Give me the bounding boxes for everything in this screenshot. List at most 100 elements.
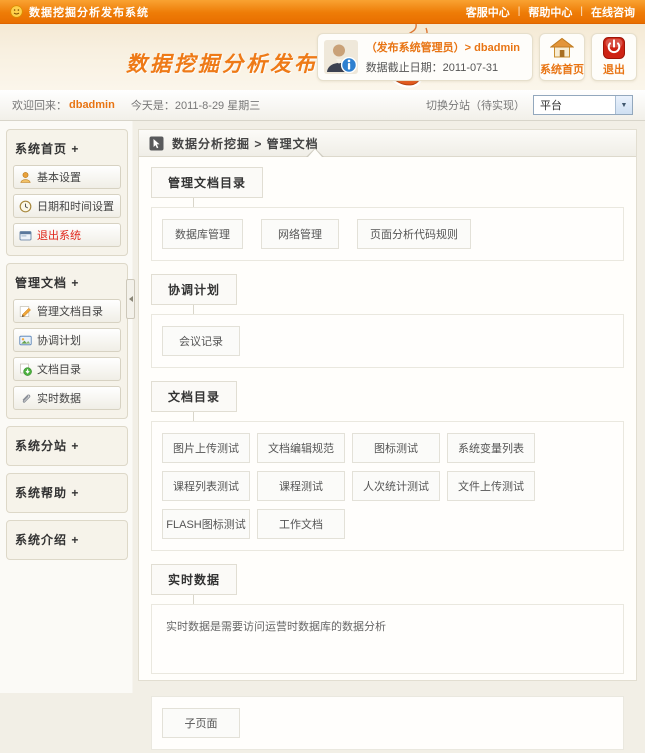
sidebar-section-title[interactable]: 系统介绍 + — [13, 528, 121, 551]
welcome-left: 欢迎回来： dbadmin 今天是：2011-8-29 星期三 — [12, 97, 260, 113]
section-panel: 图片上传测试 文档编辑规范 图标测试 系统变量列表 课程列表测试 课程测试 人次… — [151, 421, 624, 551]
switch-site-label: 切换分站（待实现） — [426, 97, 525, 113]
system-home-label: 系统首页 — [540, 61, 584, 77]
body-row: 系统首页 + 基本设置 日期和时间设置 退出系统 管理文档 + 管理文档目录 — [0, 121, 645, 693]
sidebar-item-realtime-data[interactable]: 实时数据 — [13, 386, 121, 410]
doc-button-flash-icon-test[interactable]: FLASH图标测试 — [162, 509, 250, 539]
breadcrumb-bar: 数据分析挖掘 > 管理文档 — [139, 130, 636, 157]
doc-button-course-list-test[interactable]: 课程列表测试 — [162, 471, 250, 501]
data-cutoff-line: 数据截止日期：2011-07-31 — [366, 59, 520, 75]
picture-card-icon — [19, 334, 32, 347]
home-icon — [550, 37, 574, 59]
topbar-link-service[interactable]: 客服中心 — [466, 4, 510, 20]
sidebar: 系统首页 + 基本设置 日期和时间设置 退出系统 管理文档 + 管理文档目录 — [6, 129, 128, 567]
sidebar-item-manage-doc-dir[interactable]: 管理文档目录 — [13, 299, 121, 323]
sidebar-item-datetime-settings[interactable]: 日期和时间设置 — [13, 194, 121, 218]
breadcrumb: 数据分析挖掘 > 管理文档 — [172, 135, 319, 152]
download-icon — [19, 363, 32, 376]
sidebar-section-manage-docs: 管理文档 + 管理文档目录 协调计划 文档目录 实时数据 — [6, 263, 128, 419]
section-subpage: 子页面 — [151, 696, 624, 750]
topbar-link-online[interactable]: 在线咨询 — [591, 4, 635, 20]
tab-stem — [193, 412, 194, 421]
greeting-label: 欢迎回来： — [12, 97, 67, 113]
section-doc-directory: 文档目录 图片上传测试 文档编辑规范 图标测试 系统变量列表 课程列表测试 课程… — [151, 381, 624, 551]
separator: | — [580, 6, 583, 17]
main-content: 管理文档目录 数据库管理 网络管理 页面分析代码规则 协调计划 会议记录 文档目… — [139, 157, 636, 750]
user-lines: （发布系统管理员）> dbadmin 数据截止日期：2011-07-31 — [366, 39, 520, 75]
sidebar-section-system-intro: 系统介绍 + — [6, 520, 128, 560]
tab-stem — [193, 595, 194, 604]
sidebar-section-title[interactable]: 系统分站 + — [13, 434, 121, 457]
doc-button-database-mgmt[interactable]: 数据库管理 — [162, 219, 243, 249]
main-panel: 数据分析挖掘 > 管理文档 管理文档目录 数据库管理 网络管理 页面分析代码规则… — [138, 129, 637, 681]
sidebar-section-system-home: 系统首页 + 基本设置 日期和时间设置 退出系统 — [6, 129, 128, 256]
site-select[interactable]: 平台 ▼ — [533, 95, 633, 115]
doc-button-page-analytics-rules[interactable]: 页面分析代码规则 — [357, 219, 471, 249]
section-manage-doc-dir: 管理文档目录 数据库管理 网络管理 页面分析代码规则 — [151, 167, 624, 261]
welcome-bar: 欢迎回来： dbadmin 今天是：2011-8-29 星期三 切换分站（待实现… — [0, 90, 645, 121]
chevron-left-icon — [129, 296, 133, 302]
site-select-value: 平台 — [540, 97, 562, 113]
today-text: 今天是：2011-8-29 星期三 — [131, 97, 260, 113]
sidebar-item-coordination-plan[interactable]: 协调计划 — [13, 328, 121, 352]
section-tab-manage-doc-dir[interactable]: 管理文档目录 — [151, 167, 263, 198]
section-tab-doc-directory[interactable]: 文档目录 — [151, 381, 237, 412]
doc-button-meeting-minutes[interactable]: 会议记录 — [162, 326, 240, 356]
window-icon — [19, 229, 32, 242]
tab-stem — [193, 305, 194, 314]
logout-label: 退出 — [603, 61, 625, 77]
breadcrumb-notch — [308, 149, 322, 157]
sidebar-item-label: 管理文档目录 — [37, 303, 103, 319]
topbar-links: 客服中心 | 帮助中心 | 在线咨询 — [466, 4, 635, 20]
doc-button-image-upload-test[interactable]: 图片上传测试 — [162, 433, 250, 463]
user-icon — [19, 171, 32, 184]
sidebar-collapse-handle[interactable] — [126, 279, 135, 319]
separator: | — [518, 6, 521, 17]
realtime-data-note: 实时数据是需要访问运营时数据库的数据分析 — [166, 621, 386, 633]
paperclip-icon — [19, 392, 32, 405]
sidebar-item-label: 基本设置 — [37, 169, 81, 185]
sidebar-item-basic-settings[interactable]: 基本设置 — [13, 165, 121, 189]
doc-button-icon-test[interactable]: 图标测试 — [352, 433, 440, 463]
doc-button-course-test[interactable]: 课程测试 — [257, 471, 345, 501]
chevron-down-icon[interactable]: ▼ — [615, 96, 632, 114]
sidebar-item-label: 退出系统 — [37, 227, 81, 243]
section-tab-realtime-data[interactable]: 实时数据 — [151, 564, 237, 595]
brand-title: 数据挖掘分析发布系统 — [29, 4, 149, 20]
sidebar-item-label: 日期和时间设置 — [37, 198, 114, 214]
sidebar-item-label: 实时数据 — [37, 390, 81, 406]
avatar — [324, 40, 358, 74]
doc-button-system-variables[interactable]: 系统变量列表 — [447, 433, 535, 463]
sidebar-section-title[interactable]: 系统帮助 + — [13, 481, 121, 504]
system-home-button[interactable]: 系统首页 — [539, 33, 585, 81]
tab-stem — [193, 198, 194, 207]
clock-icon — [19, 200, 32, 213]
sidebar-section-title[interactable]: 系统首页 + — [13, 137, 121, 160]
topbar-link-help[interactable]: 帮助中心 — [528, 4, 572, 20]
sidebar-item-doc-directory[interactable]: 文档目录 — [13, 357, 121, 381]
logout-button[interactable]: 退出 — [591, 33, 637, 81]
topbar: 数据挖掘分析发布系统 客服中心 | 帮助中心 | 在线咨询 — [0, 0, 645, 24]
sidebar-item-exit-system[interactable]: 退出系统 — [13, 223, 121, 247]
sidebar-item-label: 文档目录 — [37, 361, 81, 377]
user-role-line: （发布系统管理员）> dbadmin — [366, 39, 520, 55]
sidebar-section-title[interactable]: 管理文档 + — [13, 271, 121, 294]
doc-button-work-docs[interactable]: 工作文档 — [257, 509, 345, 539]
doc-button-doc-edit-spec[interactable]: 文档编辑规范 — [257, 433, 345, 463]
sidebar-item-label: 协调计划 — [37, 332, 81, 348]
doc-button-file-upload-test[interactable]: 文件上传测试 — [447, 471, 535, 501]
section-panel: 实时数据是需要访问运营时数据库的数据分析 — [151, 604, 624, 674]
user-info-box: （发布系统管理员）> dbadmin 数据截止日期：2011-07-31 — [317, 33, 533, 81]
section-coordination-plan: 协调计划 会议记录 — [151, 274, 624, 368]
doc-button-subpage[interactable]: 子页面 — [162, 708, 240, 738]
header: 数据挖掘分析发布系统 （发布系统管理员）> dbadmin 数据截止日期：201… — [0, 24, 645, 90]
section-panel: 会议记录 — [151, 314, 624, 368]
brand: 数据挖掘分析发布系统 — [10, 4, 149, 20]
section-tab-coordination-plan[interactable]: 协调计划 — [151, 274, 237, 305]
smiley-icon — [10, 5, 23, 18]
doc-button-headcount-test[interactable]: 人次统计测试 — [352, 471, 440, 501]
username: dbadmin — [69, 99, 115, 111]
header-right: （发布系统管理员）> dbadmin 数据截止日期：2011-07-31 系统首… — [317, 33, 637, 81]
doc-button-network-mgmt[interactable]: 网络管理 — [261, 219, 339, 249]
sidebar-section-system-branches: 系统分站 + — [6, 426, 128, 466]
